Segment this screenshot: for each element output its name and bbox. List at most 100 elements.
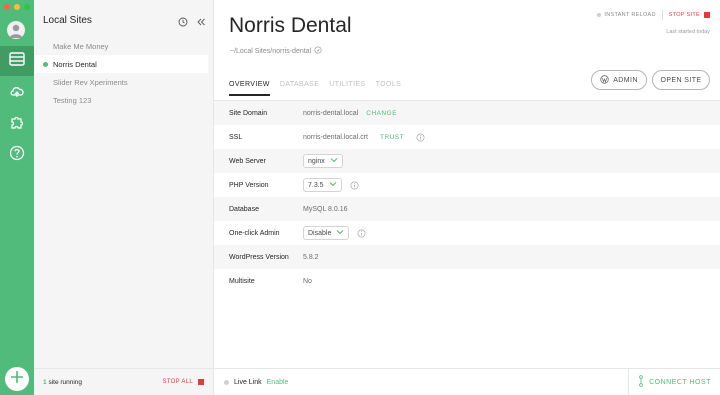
admin-label: ADMIN xyxy=(613,76,638,84)
help-icon xyxy=(9,145,25,166)
site-detail-panel: Norris Dental ~/Local Sites/norris-denta… xyxy=(214,0,720,395)
stop-square-icon xyxy=(198,379,204,385)
row-php-version: PHP Version 7.3.5 xyxy=(214,173,720,197)
row-web-server: Web Server nginx xyxy=(214,149,720,173)
instant-reload-label: INSTANT RELOAD xyxy=(604,12,656,18)
multisite-value: No xyxy=(303,277,312,285)
site-item-label: Make Me Money xyxy=(53,41,109,51)
admin-button[interactable]: ADMIN xyxy=(591,70,647,90)
last-started: Last started today xyxy=(666,29,710,35)
sites-icon xyxy=(9,51,25,71)
stop-square-icon xyxy=(704,12,710,18)
running-status: 1 site running xyxy=(43,379,82,386)
web-server-select[interactable]: nginx xyxy=(303,154,343,168)
site-tabs: OVERVIEW DATABASE UTILITIES TOOLS xyxy=(229,81,401,96)
one-click-admin-value: Disable xyxy=(308,229,332,237)
row-database: Database MySQL 8.0.16 xyxy=(214,197,720,221)
row-label: Multisite xyxy=(229,277,255,285)
user-avatar[interactable] xyxy=(7,21,25,39)
history-clock-icon[interactable] xyxy=(178,14,188,32)
row-label: One-click Admin xyxy=(229,229,280,237)
window-controls xyxy=(4,4,30,10)
row-label: SSL xyxy=(229,133,243,141)
page-title: Norris Dental xyxy=(229,14,352,37)
app-nav-rail xyxy=(0,0,34,395)
tab-overview[interactable]: OVERVIEW xyxy=(229,81,270,96)
stop-all-label: STOP ALL xyxy=(162,379,193,385)
site-item-slider-rev-xperiments[interactable]: Slider Rev Xperiments xyxy=(34,73,214,91)
row-multisite: Multisite No xyxy=(214,269,720,293)
site-path: ~/Local Sites/norris-dental xyxy=(230,46,322,56)
live-link-label: Live Link xyxy=(234,378,262,386)
row-label: Database xyxy=(229,205,259,213)
info-icon[interactable] xyxy=(357,229,366,238)
add-site-button[interactable] xyxy=(5,367,29,391)
minimize-window-button[interactable] xyxy=(14,4,20,10)
live-link-status-dot xyxy=(224,379,229,385)
database-value: MySQL 8.0.16 xyxy=(303,205,348,213)
addons-puzzle-icon xyxy=(9,114,25,135)
tab-tools[interactable]: TOOLS xyxy=(376,81,402,96)
connect-host-label: CONNECT HOST xyxy=(649,378,711,386)
running-text: site running xyxy=(48,378,83,386)
info-icon[interactable] xyxy=(416,133,425,142)
open-site-label: OPEN SITE xyxy=(660,76,702,84)
info-icon[interactable] xyxy=(350,181,359,190)
cloud-icon xyxy=(9,84,25,103)
close-window-button[interactable] xyxy=(4,4,10,10)
site-running-indicator xyxy=(43,61,48,67)
running-count: 1 xyxy=(43,378,47,386)
plus-icon xyxy=(10,370,24,389)
wordpress-version-value: 5.8.2 xyxy=(303,253,319,261)
rail-addons-button[interactable] xyxy=(0,109,34,139)
site-path-text: ~/Local Sites/norris-dental xyxy=(230,47,312,55)
rail-help-button[interactable] xyxy=(0,140,34,170)
site-controls: INSTANT RELOAD STOP SITE xyxy=(597,10,710,20)
row-label: Web Server xyxy=(229,157,266,165)
tab-utilities[interactable]: UTILITIES xyxy=(329,81,365,96)
php-version-select[interactable]: 7.3.5 xyxy=(303,178,342,192)
row-label: Site Domain xyxy=(229,109,268,117)
web-server-value: nginx xyxy=(308,157,325,165)
chevron-down-icon xyxy=(329,181,337,189)
collapse-sidebar-icon[interactable] xyxy=(196,14,206,32)
php-version-value: 7.3.5 xyxy=(308,181,324,189)
zoom-window-button[interactable] xyxy=(24,4,30,10)
change-domain-button[interactable]: CHANGE xyxy=(366,110,397,117)
row-label: WordPress Version xyxy=(229,253,289,261)
live-link: Live Link Enable xyxy=(224,379,288,386)
live-link-enable-button[interactable]: Enable xyxy=(267,379,289,386)
rail-cloud-button[interactable] xyxy=(0,78,34,108)
site-item-label: Norris Dental xyxy=(53,59,97,69)
sidebar-footer: 1 site running STOP ALL xyxy=(34,368,214,395)
rail-sites-button[interactable] xyxy=(0,46,34,76)
row-wordpress-version: WordPress Version 5.8.2 xyxy=(214,245,720,269)
connect-host-icon xyxy=(638,375,644,389)
open-site-button[interactable]: OPEN SITE xyxy=(652,70,710,90)
wordpress-icon xyxy=(600,74,609,86)
reveal-path-icon[interactable] xyxy=(314,46,322,56)
stop-all-button[interactable]: STOP ALL xyxy=(162,379,204,385)
trust-ssl-button[interactable]: TRUST xyxy=(380,134,404,141)
sidebar-title: Local Sites xyxy=(43,15,92,26)
site-footer: Live Link Enable CONNECT HOST xyxy=(214,368,720,395)
row-site-domain: Site Domain norris-dental.local CHANGE xyxy=(214,101,720,125)
stop-site-button[interactable]: STOP SITE xyxy=(669,12,710,18)
site-item-make-me-money[interactable]: Make Me Money xyxy=(34,37,214,55)
chevron-down-icon xyxy=(336,229,344,237)
tab-database[interactable]: DATABASE xyxy=(280,81,320,96)
ssl-cert-value: norris-dental.local.crt xyxy=(303,133,368,141)
stop-site-label: STOP SITE xyxy=(668,12,700,18)
site-domain-value: norris-dental.local xyxy=(303,109,359,117)
row-label: PHP Version xyxy=(229,181,269,189)
site-item-label: Slider Rev Xperiments xyxy=(53,77,128,87)
row-one-click-admin: One-click Admin Disable xyxy=(214,221,720,245)
instant-reload-toggle[interactable]: INSTANT RELOAD xyxy=(597,12,655,18)
row-ssl: SSL norris-dental.local.crt TRUST xyxy=(214,125,720,149)
site-item-testing-123[interactable]: Testing 123 xyxy=(34,91,214,109)
one-click-admin-select[interactable]: Disable xyxy=(303,226,350,240)
site-item-norris-dental[interactable]: Norris Dental xyxy=(34,55,208,73)
connect-host-button[interactable]: CONNECT HOST xyxy=(628,369,720,395)
site-list: Make Me Money Norris Dental Slider Rev X… xyxy=(34,37,214,109)
chevron-down-icon xyxy=(330,157,338,165)
